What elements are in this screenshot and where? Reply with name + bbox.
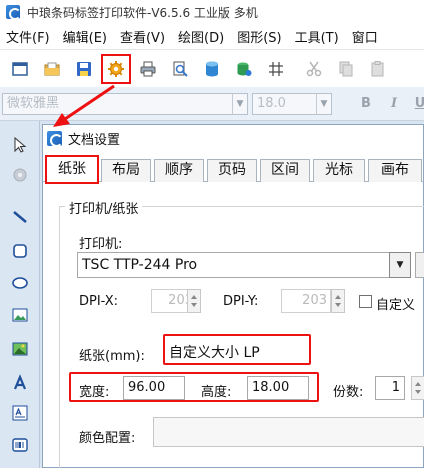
menu-draw[interactable]: 绘图(D): [172, 27, 231, 46]
copies-label: 份数:: [333, 385, 364, 400]
italic-button[interactable]: I: [384, 94, 404, 114]
data-source-icon[interactable]: [230, 55, 258, 83]
dialog-titlebar: 文档设置: [43, 125, 423, 152]
image-tool-icon[interactable]: [8, 303, 32, 327]
document-settings-icon[interactable]: [101, 53, 131, 84]
tab-range[interactable]: 区间: [260, 159, 310, 182]
save-icon[interactable]: [70, 55, 98, 83]
ellipse-tool-icon[interactable]: [8, 271, 32, 295]
printer-properties-button[interactable]: [415, 252, 424, 278]
dpi-y-label: DPI-Y:: [223, 294, 259, 309]
paste-icon[interactable]: [364, 55, 392, 83]
menu-window[interactable]: 窗口: [346, 27, 385, 46]
rectangle-tool-icon[interactable]: [8, 239, 32, 263]
main-toolbar: [0, 49, 424, 87]
paragraph-tool-icon[interactable]: [8, 401, 32, 425]
copies-input[interactable]: 1: [375, 376, 405, 400]
grid-icon[interactable]: [262, 55, 290, 83]
bold-button[interactable]: B: [356, 94, 376, 114]
tab-paper[interactable]: 纸张: [45, 155, 99, 184]
chevron-down-icon[interactable]: ▼: [316, 94, 331, 114]
color-profile-label: 颜色配置:: [79, 431, 136, 446]
menu-shape[interactable]: 图形(S): [231, 27, 288, 46]
tab-canvas[interactable]: 画布: [368, 159, 422, 182]
color-profile-select[interactable]: [153, 417, 424, 447]
new-file-icon[interactable]: [6, 55, 34, 83]
paper-size-value[interactable]: 自定义大小 LP: [169, 342, 260, 362]
copy-icon[interactable]: [332, 55, 360, 83]
dpi-y-stepper[interactable]: [331, 289, 345, 313]
menu-edit[interactable]: 编辑(E): [57, 27, 114, 46]
height-input[interactable]: 18.00: [247, 376, 309, 400]
tab-layout[interactable]: 布局: [101, 159, 151, 182]
printer-select[interactable]: TSC TTP-244 Pro: [77, 252, 411, 278]
width-label: 宽度:: [79, 385, 110, 400]
database-icon[interactable]: [198, 55, 226, 83]
tab-page-number[interactable]: 页码: [207, 159, 257, 182]
menu-view[interactable]: 查看(V): [114, 27, 172, 46]
disabled-tool-icon[interactable]: [8, 163, 32, 187]
menu-tools[interactable]: 工具(T): [289, 27, 346, 46]
font-family-select[interactable]: 微软雅黑 ▼: [2, 93, 248, 115]
custom-dpi-label: 自定义: [376, 298, 416, 313]
font-size-select[interactable]: 18.0 ▼: [252, 93, 332, 115]
tab-cursor[interactable]: 光标: [313, 159, 365, 182]
tab-order[interactable]: 顺序: [154, 159, 204, 182]
select-pointer-icon[interactable]: [8, 133, 32, 157]
dialog-tabs: 纸张 布局 顺序 页码 区间 光标 画布: [43, 155, 424, 184]
printer-label: 打印机:: [79, 237, 123, 252]
barcode-tool-icon[interactable]: [8, 433, 32, 457]
printer-paper-legend: 打印机/纸张: [65, 198, 143, 217]
menu-file[interactable]: 文件(F): [0, 27, 57, 46]
chevron-down-icon[interactable]: ▼: [232, 94, 247, 114]
underline-button[interactable]: U: [410, 94, 424, 114]
open-folder-icon[interactable]: [38, 55, 66, 83]
font-family-value: 微软雅黑: [7, 96, 60, 111]
text-tool-icon[interactable]: [8, 371, 32, 395]
picture-tool-icon[interactable]: [8, 337, 32, 361]
menu-bar: 文件(F) 编辑(E) 查看(V) 绘图(D) 图形(S) 工具(T) 窗口: [0, 24, 424, 49]
dialog-title: 文档设置: [68, 133, 121, 148]
dpi-x-stepper[interactable]: [187, 289, 201, 313]
chevron-down-icon[interactable]: ▼: [389, 252, 411, 278]
font-size-value: 18.0: [257, 96, 286, 111]
copies-stepper[interactable]: [411, 376, 424, 400]
drawing-toolbox: [0, 121, 40, 468]
document-settings-dialog: 文档设置 纸张 布局 顺序 页码 区间 光标 画布 打印机/纸张 打印机: TS…: [42, 124, 424, 468]
app-logo-icon: [6, 5, 21, 20]
width-input[interactable]: 96.00: [123, 376, 185, 400]
window-title: 中琅条码标签打印软件-V6.5.6 工业版 多机: [27, 5, 258, 20]
print-preview-icon[interactable]: [166, 55, 194, 83]
height-label: 高度:: [201, 385, 232, 400]
paper-size-label: 纸张(mm):: [79, 349, 145, 364]
custom-dpi-checkbox[interactable]: [359, 295, 372, 308]
dialog-logo-icon: [47, 131, 63, 147]
dpi-x-label: DPI-X:: [79, 294, 119, 309]
window-titlebar: 中琅条码标签打印软件-V6.5.6 工业版 多机: [0, 0, 424, 24]
cut-icon[interactable]: [300, 55, 328, 83]
line-tool-icon[interactable]: [8, 205, 32, 229]
font-toolbar: 微软雅黑 ▼ 18.0 ▼ B I U: [0, 87, 424, 121]
print-icon[interactable]: [134, 55, 162, 83]
dpi-y-input[interactable]: 203: [281, 289, 331, 313]
